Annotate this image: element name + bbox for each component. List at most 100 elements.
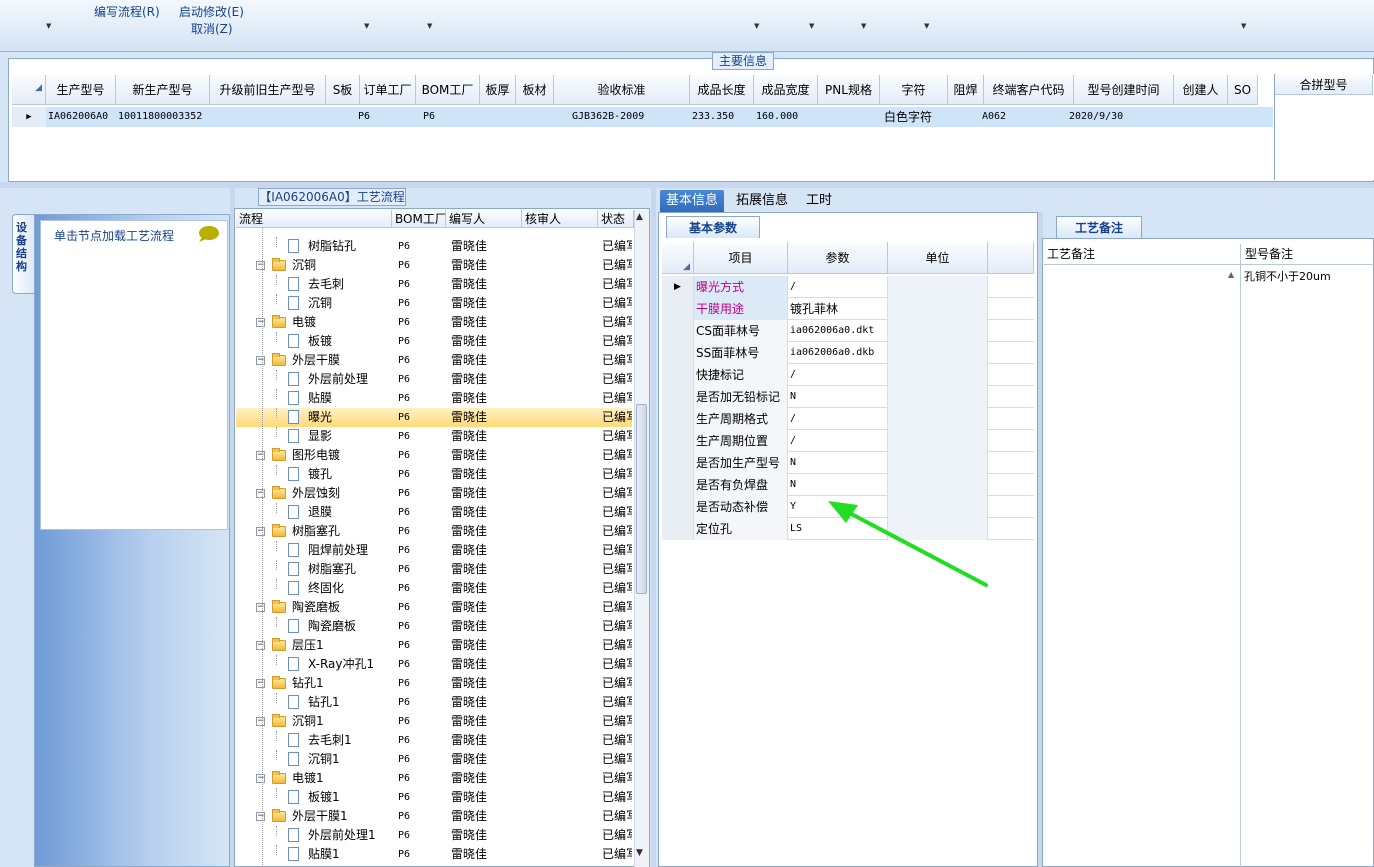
merge-model-header[interactable]: 合拼型号 [1275, 75, 1373, 95]
param-row[interactable]: SS面菲林号 ia062006a0.dkb [662, 342, 1034, 364]
param-value[interactable]: / [788, 430, 888, 452]
tree-row[interactable]: 退膜 P6 雷晓佳 已编写 [236, 503, 632, 522]
param-row[interactable]: CS面菲林号 ia062006a0.dkt [662, 320, 1034, 342]
param-row[interactable]: 是否加无铅标记 N [662, 386, 1034, 408]
dropdown-arrow-icon[interactable]: ▼ [427, 22, 432, 30]
main-col-header[interactable]: S板 [326, 75, 360, 105]
param-row[interactable]: 是否有负焊盘 N [662, 474, 1034, 496]
tree-row[interactable]: − 外层蚀刻 P6 雷晓佳 已编写 [236, 484, 632, 503]
tree-row[interactable]: 镀孔 P6 雷晓佳 已编写 [236, 465, 632, 484]
param-unit[interactable] [888, 430, 988, 452]
tree-row[interactable]: − 层压1 P6 雷晓佳 已编写 [236, 636, 632, 655]
param-unit[interactable] [888, 276, 988, 298]
tree-row[interactable]: − 陶瓷磨板 P6 雷晓佳 已编写 [236, 598, 632, 617]
collapse-icon[interactable]: − [256, 603, 265, 612]
cell-standard[interactable]: GJB362B-2009 [572, 107, 662, 127]
param-row[interactable]: 是否加生产型号 N [662, 452, 1034, 474]
tree-row[interactable]: − 图形电镀 P6 雷晓佳 已编写 [236, 446, 632, 465]
tree-col-author[interactable]: 编写人 [446, 210, 522, 228]
param-col-unit[interactable]: 单位 [888, 242, 988, 274]
basic-params-tab[interactable]: 基本参数 [666, 216, 760, 238]
middle-splitter[interactable] [651, 188, 656, 867]
main-col-header[interactable]: 阻焊 [948, 75, 984, 105]
param-value[interactable]: N [788, 386, 888, 408]
tree-row[interactable]: − 沉铜 P6 雷晓佳 已编写 [236, 256, 632, 275]
main-col-header[interactable]: 创建人 [1174, 75, 1228, 105]
tree-row[interactable]: − 电镀 P6 雷晓佳 已编写 [236, 313, 632, 332]
param-value[interactable]: / [788, 364, 888, 386]
param-row[interactable]: 生产周期格式 / [662, 408, 1034, 430]
param-unit[interactable] [888, 364, 988, 386]
tree-row[interactable]: 去毛刺1 P6 雷晓佳 已编写 [236, 731, 632, 750]
tree-row[interactable]: 沉铜1 P6 雷晓佳 已编写 [236, 750, 632, 769]
cell-length[interactable]: 233.350 [692, 107, 752, 127]
main-col-header[interactable]: 型号创建时间 [1074, 75, 1174, 105]
tree-row[interactable]: 树脂钻孔 P6 雷晓佳 已编写 [236, 237, 632, 256]
tree-row[interactable]: 外层前处理 P6 雷晓佳 已编写 [236, 370, 632, 389]
param-value[interactable]: ia062006a0.dkb [788, 342, 888, 364]
tab-extended-info[interactable]: 拓展信息 [730, 190, 794, 212]
param-col-item[interactable]: 项目 [694, 242, 788, 274]
param-unit[interactable] [888, 342, 988, 364]
main-col-header[interactable]: SO [1228, 75, 1258, 105]
tree-row[interactable]: − 树脂塞孔 P6 雷晓佳 已编写 [236, 522, 632, 541]
tree-row[interactable]: − 电镀1 P6 雷晓佳 已编写 [236, 769, 632, 788]
tab-basic-info[interactable]: 基本信息 [660, 190, 725, 212]
param-value[interactable]: ia062006a0.dkt [788, 320, 888, 342]
collapse-icon[interactable]: − [256, 774, 265, 783]
tree-col-flow[interactable]: 流程 [236, 210, 392, 228]
scroll-down-icon[interactable]: ▼ [636, 848, 643, 858]
dropdown-arrow-icon[interactable]: ▼ [364, 22, 369, 30]
param-value[interactable]: / [788, 276, 888, 298]
main-col-header[interactable]: 生产型号 [46, 75, 116, 105]
collapse-icon[interactable]: − [256, 451, 265, 460]
tree-row[interactable]: 钻孔1 P6 雷晓佳 已编写 [236, 693, 632, 712]
param-unit[interactable] [888, 452, 988, 474]
main-col-header[interactable]: 板材 [516, 75, 554, 105]
collapse-icon[interactable]: − [256, 318, 265, 327]
scroll-up-icon[interactable]: ▲ [636, 212, 643, 222]
collapse-icon[interactable]: − [256, 641, 265, 650]
collapse-icon[interactable]: − [256, 812, 265, 821]
tree-row[interactable]: 板镀 P6 雷晓佳 已编写 [236, 332, 632, 351]
tree-scroll-thumb[interactable] [636, 404, 647, 594]
param-col-value[interactable]: 参数 [788, 242, 888, 274]
tree-col-bom[interactable]: BOM工厂 [392, 210, 446, 228]
collapse-icon[interactable]: − [256, 717, 265, 726]
tree-row[interactable]: − 外层干膜1 P6 雷晓佳 已编写 [236, 807, 632, 826]
param-unit[interactable] [888, 298, 988, 320]
tree-row[interactable]: 阻焊前处理 P6 雷晓佳 已编写 [236, 541, 632, 560]
process-remark-tab[interactable]: 工艺备注 [1056, 216, 1142, 238]
remark-scroll-up-icon[interactable]: ▲ [1228, 270, 1234, 279]
main-col-header[interactable]: 升级前旧生产型号 [210, 75, 326, 105]
load-hint-box[interactable] [40, 220, 228, 530]
tree-row[interactable]: 贴膜1 P6 雷晓佳 已编写 [236, 845, 632, 864]
tree-row[interactable]: 板镀1 P6 雷晓佳 已编写 [236, 788, 632, 807]
param-value[interactable]: N [788, 452, 888, 474]
param-unit[interactable] [888, 474, 988, 496]
tree-row[interactable]: 显影 P6 雷晓佳 已编写 [236, 427, 632, 446]
collapse-icon[interactable]: − [256, 356, 265, 365]
main-col-header[interactable]: 板厚 [480, 75, 516, 105]
cell-width[interactable]: 160.000 [756, 107, 816, 127]
dropdown-arrow-icon[interactable]: ▼ [46, 22, 51, 30]
param-unit[interactable] [888, 408, 988, 430]
param-row[interactable]: 生产周期位置 / [662, 430, 1034, 452]
tree-row[interactable]: 终固化 P6 雷晓佳 已编写 [236, 579, 632, 598]
dropdown-arrow-icon[interactable]: ▼ [924, 22, 929, 30]
cell-char[interactable]: 白色字符 [884, 107, 944, 127]
main-col-header[interactable]: BOM工厂 [416, 75, 480, 105]
main-col-header[interactable]: 订单工厂 [360, 75, 416, 105]
main-col-header[interactable]: 验收标准 [554, 75, 690, 105]
dropdown-arrow-icon[interactable]: ▼ [754, 22, 759, 30]
tree-col-reviewer[interactable]: 核审人 [522, 210, 598, 228]
tab-work-hours[interactable]: 工时 [800, 190, 838, 212]
cell-order-factory[interactable]: P6 [358, 107, 388, 127]
tree-row[interactable]: − 钻孔1 P6 雷晓佳 已编写 [236, 674, 632, 693]
tree-row[interactable]: 外层前处理1 P6 雷晓佳 已编写 [236, 826, 632, 845]
param-unit[interactable] [888, 320, 988, 342]
dropdown-arrow-icon[interactable]: ▼ [809, 22, 814, 30]
collapse-icon[interactable]: − [256, 679, 265, 688]
tree-row[interactable]: X-Ray冲孔1 P6 雷晓佳 已编写 [236, 655, 632, 674]
tree-row[interactable]: − 外层干膜 P6 雷晓佳 已编写 [236, 351, 632, 370]
